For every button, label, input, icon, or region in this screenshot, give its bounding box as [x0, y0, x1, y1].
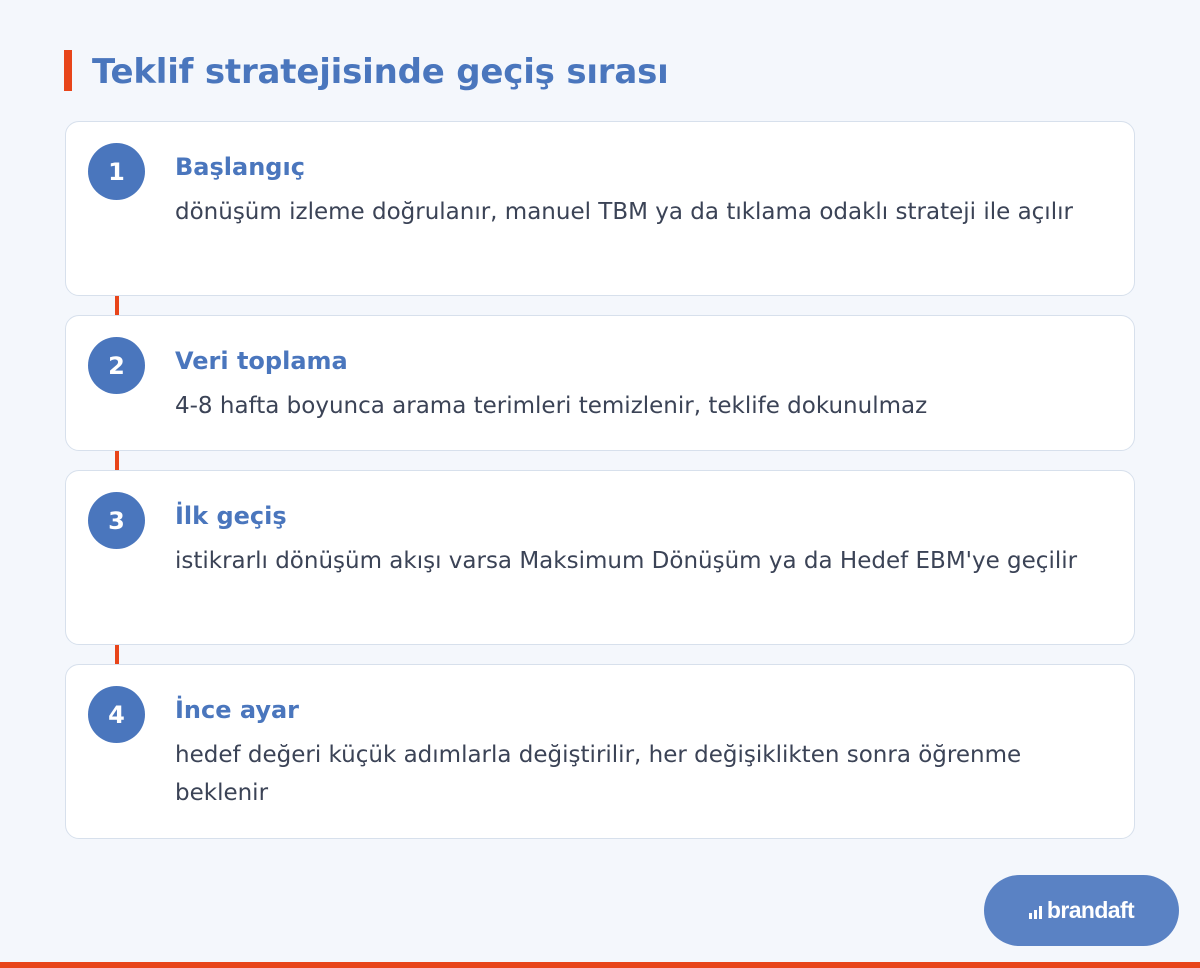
- step-card-2: 2 Veri toplama 4-8 hafta boyunca arama t…: [65, 315, 1135, 451]
- step-title: Veri toplama: [175, 347, 348, 375]
- step-card-1: 1 Başlangıç dönüşüm izleme doğrulanır, m…: [65, 121, 1135, 296]
- step-description: dönüşüm izleme doğrulanır, manuel TBM ya…: [175, 199, 1073, 225]
- connector-line: [115, 451, 119, 470]
- bar-chart-icon: [1028, 906, 1044, 919]
- bottom-accent-bar: [0, 962, 1200, 968]
- connector-line: [115, 645, 119, 664]
- brand-logo: brandaft: [984, 875, 1179, 946]
- step-number-badge: 3: [88, 492, 145, 549]
- page-title: Teklif stratejisinde geçiş sırası: [92, 52, 669, 92]
- step-title: İlk geçiş: [175, 502, 287, 530]
- brand-name: brandaft: [1046, 897, 1135, 923]
- step-number-badge: 1: [88, 143, 145, 200]
- step-title: İnce ayar: [175, 696, 300, 724]
- step-number-badge: 4: [88, 686, 145, 743]
- connector-line: [115, 296, 119, 315]
- step-card-3: 3 İlk geçiş istikrarlı dönüşüm akışı var…: [65, 470, 1135, 645]
- step-description: hedef değeri küçük adımlarla değiştirili…: [175, 742, 1022, 806]
- step-description: 4-8 hafta boyunca arama terimleri temizl…: [175, 393, 928, 419]
- step-description: istikrarlı dönüşüm akışı varsa Maksimum …: [175, 548, 1078, 574]
- step-number-badge: 2: [88, 337, 145, 394]
- step-title: Başlangıç: [175, 153, 305, 181]
- step-card-4: 4 İnce ayar hedef değeri küçük adımlarla…: [65, 664, 1135, 839]
- title-accent-bar: [64, 50, 72, 91]
